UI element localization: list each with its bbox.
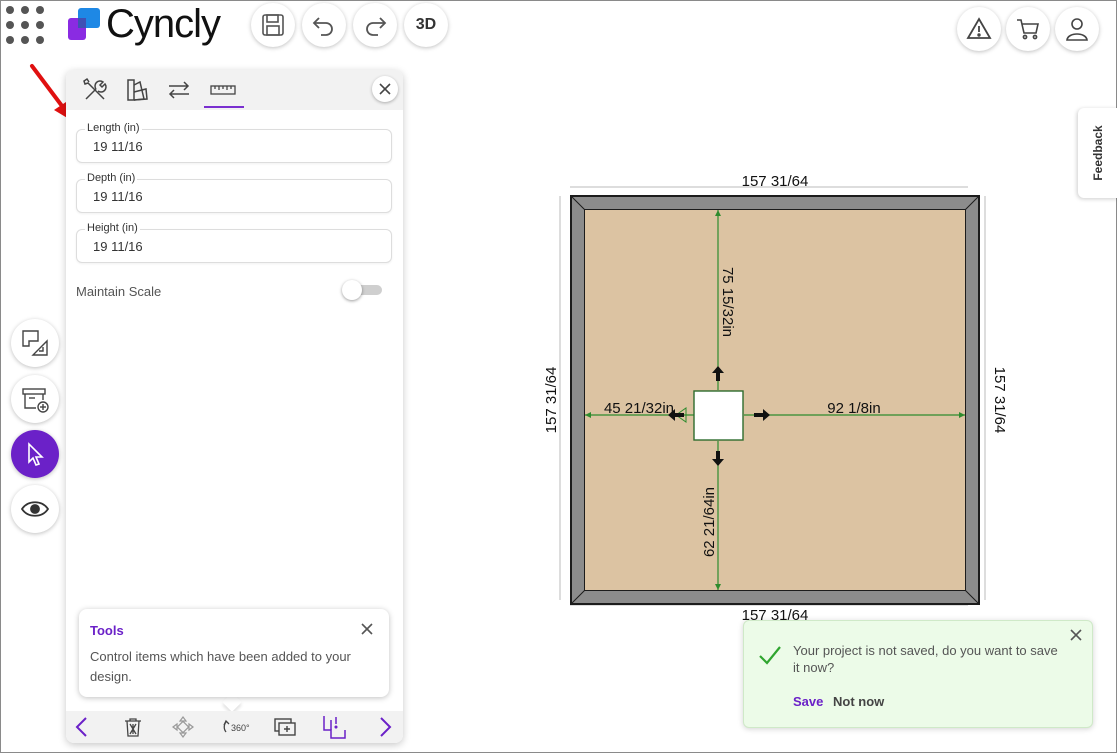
brand-logo-icon bbox=[68, 8, 100, 40]
save-icon bbox=[262, 14, 284, 36]
pointer-icon bbox=[28, 442, 44, 466]
tip-title: Tools bbox=[90, 623, 124, 638]
brand-logo[interactable]: Cyncly bbox=[68, 2, 221, 46]
undo-button[interactable] bbox=[302, 3, 346, 47]
close-tip-icon[interactable] bbox=[359, 621, 375, 637]
maintain-scale-label: Maintain Scale bbox=[76, 284, 162, 299]
rotate-360-icon: 360° bbox=[223, 719, 250, 733]
not-now-button[interactable]: Not now bbox=[833, 694, 884, 709]
depth-value[interactable]: 19 11/16 bbox=[93, 189, 143, 204]
prev-action-button[interactable] bbox=[70, 715, 94, 739]
depth-field[interactable]: Depth (in) 19 11/16 bbox=[76, 172, 392, 213]
length-label: Length (in) bbox=[85, 122, 142, 134]
view-3d-button[interactable]: 3D bbox=[404, 3, 448, 47]
active-tab-indicator bbox=[204, 106, 244, 108]
undo-icon bbox=[312, 17, 333, 36]
selected-item[interactable] bbox=[693, 390, 744, 441]
redo-button[interactable] bbox=[353, 3, 397, 47]
toast-message: Your project is not saved, do you want t… bbox=[793, 643, 1058, 675]
dim-to-top-label: 75 15/32in bbox=[719, 267, 736, 337]
floorplan-button[interactable] bbox=[11, 319, 59, 367]
floorplan-icon bbox=[22, 330, 48, 356]
tools-tip: Tools Control items which have been adde… bbox=[79, 609, 389, 697]
duplicate-item-button[interactable] bbox=[271, 715, 299, 739]
delete-item-button[interactable] bbox=[121, 715, 145, 739]
move-item-button[interactable] bbox=[171, 715, 195, 739]
add-item-button[interactable] bbox=[11, 375, 59, 423]
maintain-scale-toggle[interactable] bbox=[342, 280, 382, 300]
tab-materials[interactable] bbox=[122, 76, 152, 104]
length-field[interactable]: Length (in) 19 11/16 bbox=[76, 122, 392, 163]
check-icon bbox=[759, 646, 781, 665]
move-icon bbox=[172, 716, 194, 738]
tab-replace[interactable] bbox=[164, 76, 194, 104]
plan-canvas[interactable]: 157 31/64 157 31/64 157 31/64 157 31/64 … bbox=[530, 160, 1010, 630]
select-tool-button[interactable] bbox=[11, 430, 59, 478]
ruler-icon bbox=[210, 85, 236, 95]
feedback-tab[interactable]: Feedback bbox=[1078, 108, 1117, 198]
warning-icon bbox=[966, 17, 992, 39]
height-value[interactable]: 19 11/16 bbox=[93, 239, 143, 254]
eye-icon bbox=[20, 501, 50, 517]
redo-icon bbox=[366, 17, 387, 36]
swap-icon bbox=[168, 81, 190, 99]
close-toast-icon[interactable] bbox=[1068, 627, 1084, 643]
dim-right-label: 157 31/64 bbox=[991, 367, 1008, 434]
toggle-knob bbox=[342, 280, 362, 300]
warning-item-icon bbox=[323, 716, 346, 739]
tab-tools[interactable] bbox=[80, 76, 110, 104]
user-button[interactable] bbox=[1055, 7, 1099, 51]
unsaved-project-toast: Your project is not saved, do you want t… bbox=[743, 620, 1093, 728]
dim-to-left-label: 45 21/32in bbox=[604, 400, 674, 417]
tab-dimensions[interactable] bbox=[208, 76, 238, 104]
brand-name: Cyncly bbox=[106, 2, 221, 46]
next-icon bbox=[380, 717, 392, 737]
close-panel-button[interactable] bbox=[372, 76, 398, 102]
tools-icon bbox=[83, 77, 107, 100]
height-field[interactable]: Height (in) 19 11/16 bbox=[76, 222, 392, 263]
tip-body: Control items which have been added to y… bbox=[90, 649, 351, 684]
item-actions-bar: 360° bbox=[66, 711, 403, 743]
dim-left-label: 157 31/64 bbox=[543, 367, 560, 434]
add-item-icon bbox=[22, 388, 49, 413]
cart-button[interactable] bbox=[1006, 7, 1050, 51]
dim-top-label: 157 31/64 bbox=[742, 173, 809, 190]
warnings-button[interactable] bbox=[957, 7, 1001, 51]
next-action-button[interactable] bbox=[373, 715, 397, 739]
height-label: Height (in) bbox=[85, 222, 140, 234]
duplicate-icon bbox=[274, 718, 296, 736]
length-value[interactable]: 19 11/16 bbox=[93, 139, 143, 154]
material-icon bbox=[127, 79, 148, 101]
svg-text:360°: 360° bbox=[231, 723, 250, 733]
visibility-button[interactable] bbox=[11, 485, 59, 533]
delete-icon bbox=[125, 718, 141, 737]
rotate-item-button[interactable]: 360° bbox=[221, 715, 251, 739]
cart-icon bbox=[1017, 19, 1039, 40]
feedback-label: Feedback bbox=[1091, 125, 1105, 181]
prev-icon bbox=[75, 717, 87, 737]
panel-tabs bbox=[66, 70, 403, 110]
user-icon bbox=[1066, 18, 1088, 41]
close-icon bbox=[379, 83, 391, 95]
item-properties-panel: Length (in) 19 11/16 Depth (in) 19 11/16… bbox=[66, 70, 403, 743]
depth-label: Depth (in) bbox=[85, 172, 138, 184]
save-button[interactable] bbox=[251, 3, 295, 47]
item-warnings-button[interactable] bbox=[320, 715, 348, 739]
dim-to-right-label: 92 1/8in bbox=[827, 400, 880, 417]
apps-grid-icon[interactable] bbox=[6, 6, 48, 48]
save-now-button[interactable]: Save bbox=[793, 694, 823, 709]
dim-to-bottom-label: 62 21/64in bbox=[701, 487, 718, 557]
